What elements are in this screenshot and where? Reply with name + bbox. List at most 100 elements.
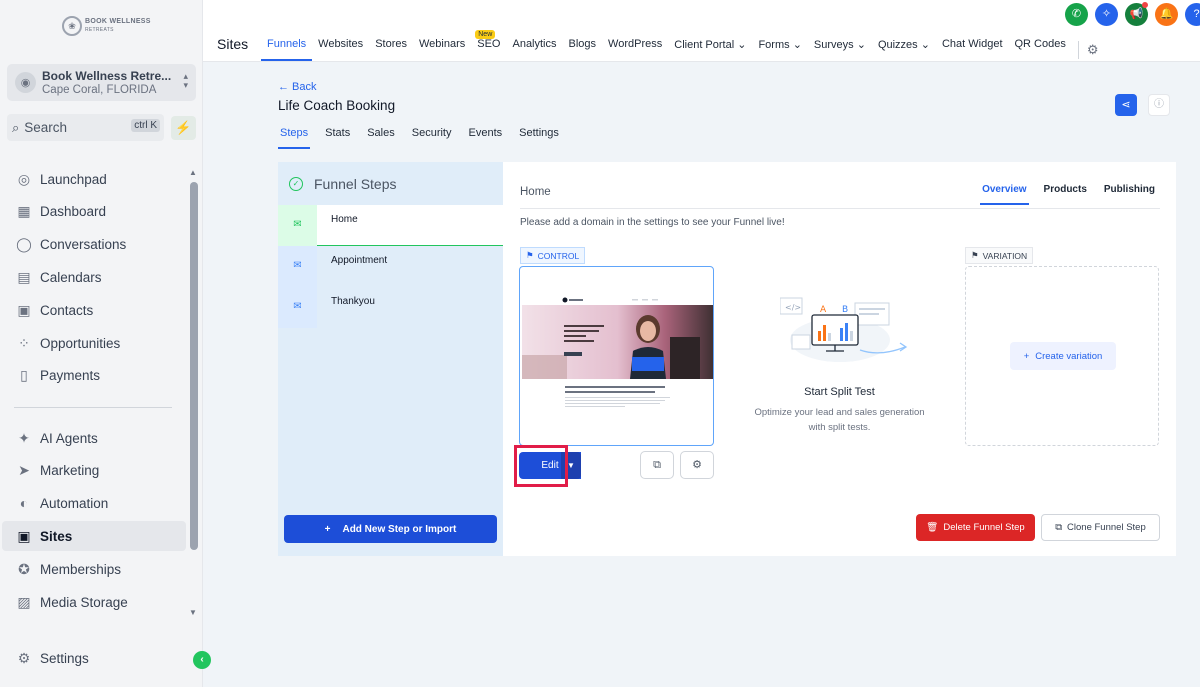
tab-products[interactable]: Products: [1042, 184, 1089, 205]
tab-steps[interactable]: Steps: [278, 127, 311, 149]
split-test-description: Optimize your lead and sales generation …: [754, 407, 925, 433]
logo-text-primary: BOOK WELLNESS: [85, 18, 151, 25]
search-bar[interactable]: ⌕ Search ctrl K: [7, 114, 164, 141]
sidebar-item-settings[interactable]: ⚙ Settings: [14, 643, 186, 673]
sidebar-item-conversations[interactable]: ◯ Conversations: [14, 229, 186, 259]
sidebar-item-sites[interactable]: ▣ Sites: [2, 521, 186, 551]
tab-stores[interactable]: Stores: [369, 38, 413, 61]
svg-text:</>: </>: [785, 303, 801, 312]
sidebar-item-label: Launchpad: [40, 171, 107, 187]
tab-analytics[interactable]: Analytics: [506, 38, 562, 61]
tab-blogs[interactable]: Blogs: [563, 38, 603, 61]
split-test-illustration: </> A B: [780, 297, 908, 362]
funnel-step-home[interactable]: ✉ Home: [278, 205, 503, 246]
chevron-down-icon: ⌄: [856, 39, 866, 51]
brand-logo[interactable]: ❀ BOOK WELLNESS RETREATS: [62, 16, 151, 36]
page-title: Life Coach Booking: [278, 98, 396, 113]
sidebar-item-marketing[interactable]: ➤ Marketing: [14, 455, 186, 485]
tab-stats[interactable]: Stats: [323, 127, 352, 149]
back-link[interactable]: ← Back: [278, 81, 317, 93]
sidebar-item-ai-agents[interactable]: ✦ AI Agents: [14, 423, 186, 453]
sidebar-item-launchpad[interactable]: ◎ Launchpad: [14, 164, 186, 194]
sidebar-item-automation[interactable]: ◐ Automation: [14, 488, 186, 518]
control-tag-label: CONTROL: [537, 250, 580, 261]
variation-tag: ⚑ VARIATION: [965, 247, 1034, 264]
scroll-down-arrow-icon[interactable]: ▼: [189, 608, 197, 617]
tab-client-portal-label: Client Portal: [674, 39, 735, 51]
tab-forms[interactable]: Forms ⌄: [752, 38, 807, 61]
chevron-down-icon: ⌄: [792, 39, 802, 51]
opportunities-icon: ⁘: [18, 334, 30, 351]
create-variation-label: Create variation: [1035, 350, 1103, 362]
tab-surveys[interactable]: Surveys ⌄: [808, 38, 872, 61]
trash-icon: 🗑: [926, 522, 939, 533]
tab-wordpress[interactable]: WordPress: [602, 38, 668, 61]
contacts-icon: ▣: [17, 301, 31, 318]
phone-icon[interactable]: ✆: [1065, 3, 1088, 26]
quick-action-bolt-icon[interactable]: ⚡: [171, 116, 196, 140]
page-thumbnail: [522, 297, 713, 407]
tab-quizzes[interactable]: Quizzes ⌄: [872, 38, 936, 61]
collapse-sidebar-button[interactable]: ‹: [193, 651, 211, 669]
tab-funnels[interactable]: Funnels: [261, 38, 313, 61]
step-title: Home: [520, 186, 551, 198]
external-link-icon: ⧉: [653, 459, 661, 471]
rocket-icon: ◎: [17, 170, 31, 187]
add-new-step-button[interactable]: + Add New Step or Import: [284, 515, 497, 543]
sidebar-item-dashboard[interactable]: ▦ Dashboard: [14, 196, 186, 226]
magic-wand-icon[interactable]: ✧: [1095, 3, 1118, 26]
tab-chat-widget[interactable]: Chat Widget: [936, 38, 1009, 61]
section-title: Sites: [217, 36, 249, 52]
control-page-preview[interactable]: [519, 266, 714, 446]
open-preview-button[interactable]: ⧉: [640, 451, 674, 479]
tab-events[interactable]: Events: [467, 127, 505, 149]
sidebar-item-contacts[interactable]: ▣ Contacts: [14, 295, 186, 325]
tab-overview[interactable]: Overview: [980, 184, 1029, 205]
sidebar-item-calendars[interactable]: ▤ Calendars: [14, 262, 186, 292]
tab-client-portal[interactable]: Client Portal ⌄: [668, 38, 752, 61]
step-detail-panel: Home Overview Products Publishing Please…: [503, 162, 1176, 556]
clone-funnel-step-button[interactable]: ⧉ Clone Funnel Step: [1041, 514, 1160, 541]
tab-separator: [1077, 40, 1079, 59]
check-circle-icon: ✓: [289, 176, 303, 191]
tab-settings[interactable]: Settings: [517, 127, 561, 149]
sidebar-item-opportunities[interactable]: ⁘ Opportunities: [14, 328, 186, 358]
tab-qr-codes[interactable]: QR Codes: [1009, 38, 1072, 61]
sites-icon: ▣: [17, 527, 31, 544]
scroll-up-arrow-icon[interactable]: ▲: [189, 168, 197, 177]
tab-webinars[interactable]: Webinars: [413, 38, 471, 61]
new-badge: New: [475, 30, 496, 39]
page-settings-button[interactable]: ⚙: [680, 451, 714, 479]
sidebar-item-label: Conversations: [40, 236, 127, 252]
funnel-step-appointment[interactable]: ✉ Appointment: [278, 246, 503, 287]
tab-seo[interactable]: New SEO: [471, 30, 506, 61]
scroll-thumb[interactable]: [190, 182, 198, 550]
tab-forms-label: Forms: [758, 39, 790, 51]
gear-icon: ⚙: [692, 459, 702, 471]
tab-quizzes-label: Quizzes: [877, 39, 918, 51]
create-variation-button[interactable]: + Create variation: [1010, 342, 1116, 370]
sidebar-item-label: Settings: [40, 650, 89, 666]
share-button[interactable]: ⋖: [1115, 94, 1137, 116]
sidebar-item-label: Media Storage: [40, 594, 128, 610]
info-button[interactable]: ⓘ: [1148, 94, 1170, 116]
sidebar: ❀ BOOK WELLNESS RETREATS ◉ Book Wellness…: [0, 0, 203, 687]
gear-icon[interactable]: ⚙: [1087, 42, 1099, 58]
help-icon[interactable]: ?: [1185, 3, 1200, 26]
tab-publishing[interactable]: Publishing: [1102, 184, 1157, 205]
funnel-step-thankyou[interactable]: ✉ Thankyou: [278, 287, 503, 328]
sidebar-item-media-storage[interactable]: ▨ Media Storage: [14, 587, 186, 617]
tab-security[interactable]: Security: [410, 127, 454, 149]
search-label: Search: [24, 120, 68, 135]
tab-sales[interactable]: Sales: [365, 127, 397, 149]
delete-funnel-step-button[interactable]: 🗑 Delete Funnel Step: [916, 514, 1035, 541]
sidebar-item-memberships[interactable]: ✪ Memberships: [14, 554, 186, 584]
step-tab-bar: Overview Products Publishing: [967, 184, 1157, 205]
bell-icon[interactable]: 🔔: [1155, 3, 1178, 26]
sidebar-item-payments[interactable]: ▯ Payments: [14, 360, 186, 390]
megaphone-icon[interactable]: 📢: [1125, 2, 1148, 26]
account-switcher[interactable]: ◉ Book Wellness Retre... Cape Coral, FLO…: [7, 64, 196, 101]
tab-websites[interactable]: Websites: [312, 38, 369, 61]
sidebar-scrollbar[interactable]: ▲ ▼: [189, 168, 199, 618]
step-label: Appointment: [331, 255, 388, 266]
